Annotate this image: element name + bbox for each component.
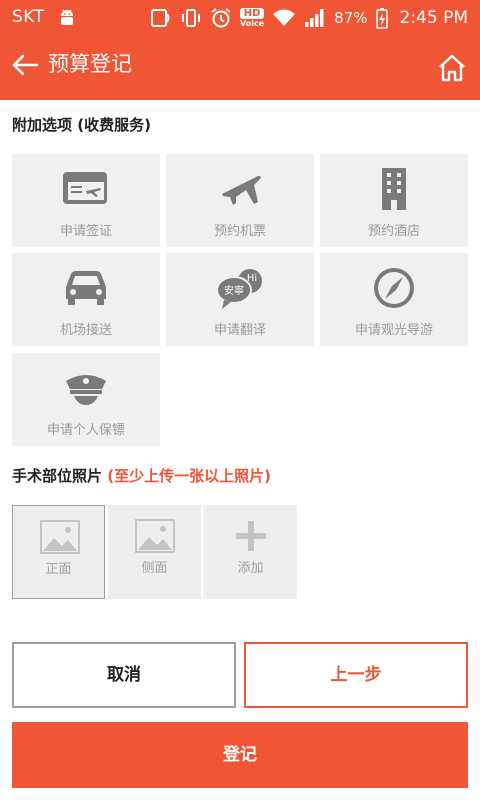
photo-slot-side[interactable]: 侧面 xyxy=(108,505,201,599)
page-title: 预算登记 xyxy=(48,52,132,76)
photo-slot-label: 正面 xyxy=(45,562,72,577)
translate-icon-text-b: Hi xyxy=(247,273,257,284)
addon-translation[interactable]: 安寧 Hi 申请翻译 xyxy=(166,253,314,346)
submit-button[interactable]: 登记 xyxy=(12,722,468,788)
image-placeholder-icon xyxy=(40,520,80,554)
photo-slot-label: 侧面 xyxy=(141,561,168,576)
guard-cap-icon xyxy=(66,375,106,405)
translate-bubbles-icon: 安寧 Hi xyxy=(216,269,262,309)
addon-bodyguard[interactable]: 申请个人保镖 xyxy=(12,353,160,446)
image-placeholder-icon xyxy=(135,519,175,553)
app-bar: 预算登记 xyxy=(0,36,480,100)
addon-airport-transfer[interactable]: 机场接送 xyxy=(12,253,160,346)
status-bar: SKT HD Voice 87% 2:45 PM xyxy=(0,0,480,36)
clock: 2:45 PM xyxy=(399,8,469,28)
battery-charging-icon xyxy=(375,8,388,29)
addon-label: 申请观光导游 xyxy=(354,323,433,338)
carrier-label: SKT xyxy=(12,7,45,27)
cancel-button[interactable]: 取消 xyxy=(12,642,236,708)
wifi-icon xyxy=(273,9,296,26)
previous-button[interactable]: 上一步 xyxy=(244,642,468,708)
addon-label: 预约酒店 xyxy=(367,224,420,239)
android-icon xyxy=(61,9,73,25)
addon-hotel[interactable]: 预约酒店 xyxy=(320,154,468,247)
addons-section-title: 附加选项 (收费服务) xyxy=(12,116,151,134)
addon-label: 申请翻译 xyxy=(213,323,266,338)
battery-percent: 87% xyxy=(334,9,368,27)
vibrate-icon xyxy=(181,9,200,27)
visa-card-icon xyxy=(63,172,107,204)
addon-label: 预约机票 xyxy=(213,224,266,239)
compass-icon xyxy=(374,268,414,308)
home-icon[interactable] xyxy=(436,52,468,84)
photo-slot-front[interactable]: 正面 xyxy=(12,505,105,599)
addon-label: 机场接送 xyxy=(59,323,112,338)
back-arrow-icon[interactable] xyxy=(10,50,40,80)
hotel-building-icon xyxy=(382,168,406,210)
alarm-icon xyxy=(211,8,231,28)
photo-slot-label: 添加 xyxy=(237,561,264,576)
translate-icon-text-a: 安寧 xyxy=(224,284,244,297)
addon-visa[interactable]: 申请签证 xyxy=(12,154,160,247)
addon-label: 申请签证 xyxy=(59,224,112,239)
cast-icon xyxy=(150,9,170,27)
voice-label: Voice xyxy=(239,19,265,28)
airplane-icon xyxy=(222,175,261,205)
addon-label: 申请个人保镖 xyxy=(46,423,125,438)
photo-slot-add[interactable]: 添加 xyxy=(204,505,297,599)
hd-voice-icon: HD Voice xyxy=(239,8,265,28)
addon-tour-guide[interactable]: 申请观光导游 xyxy=(320,253,468,346)
hd-label: HD xyxy=(239,8,265,19)
car-icon xyxy=(66,271,106,305)
photos-title: 手术部位照片 xyxy=(12,467,103,485)
signal-icon xyxy=(305,9,324,27)
addon-flight[interactable]: 预约机票 xyxy=(166,154,314,247)
photos-section-title: 手术部位照片 (至少上传一张以上照片) xyxy=(12,465,271,486)
plus-icon xyxy=(236,521,266,551)
photos-hint: (至少上传一张以上照片) xyxy=(107,467,271,485)
